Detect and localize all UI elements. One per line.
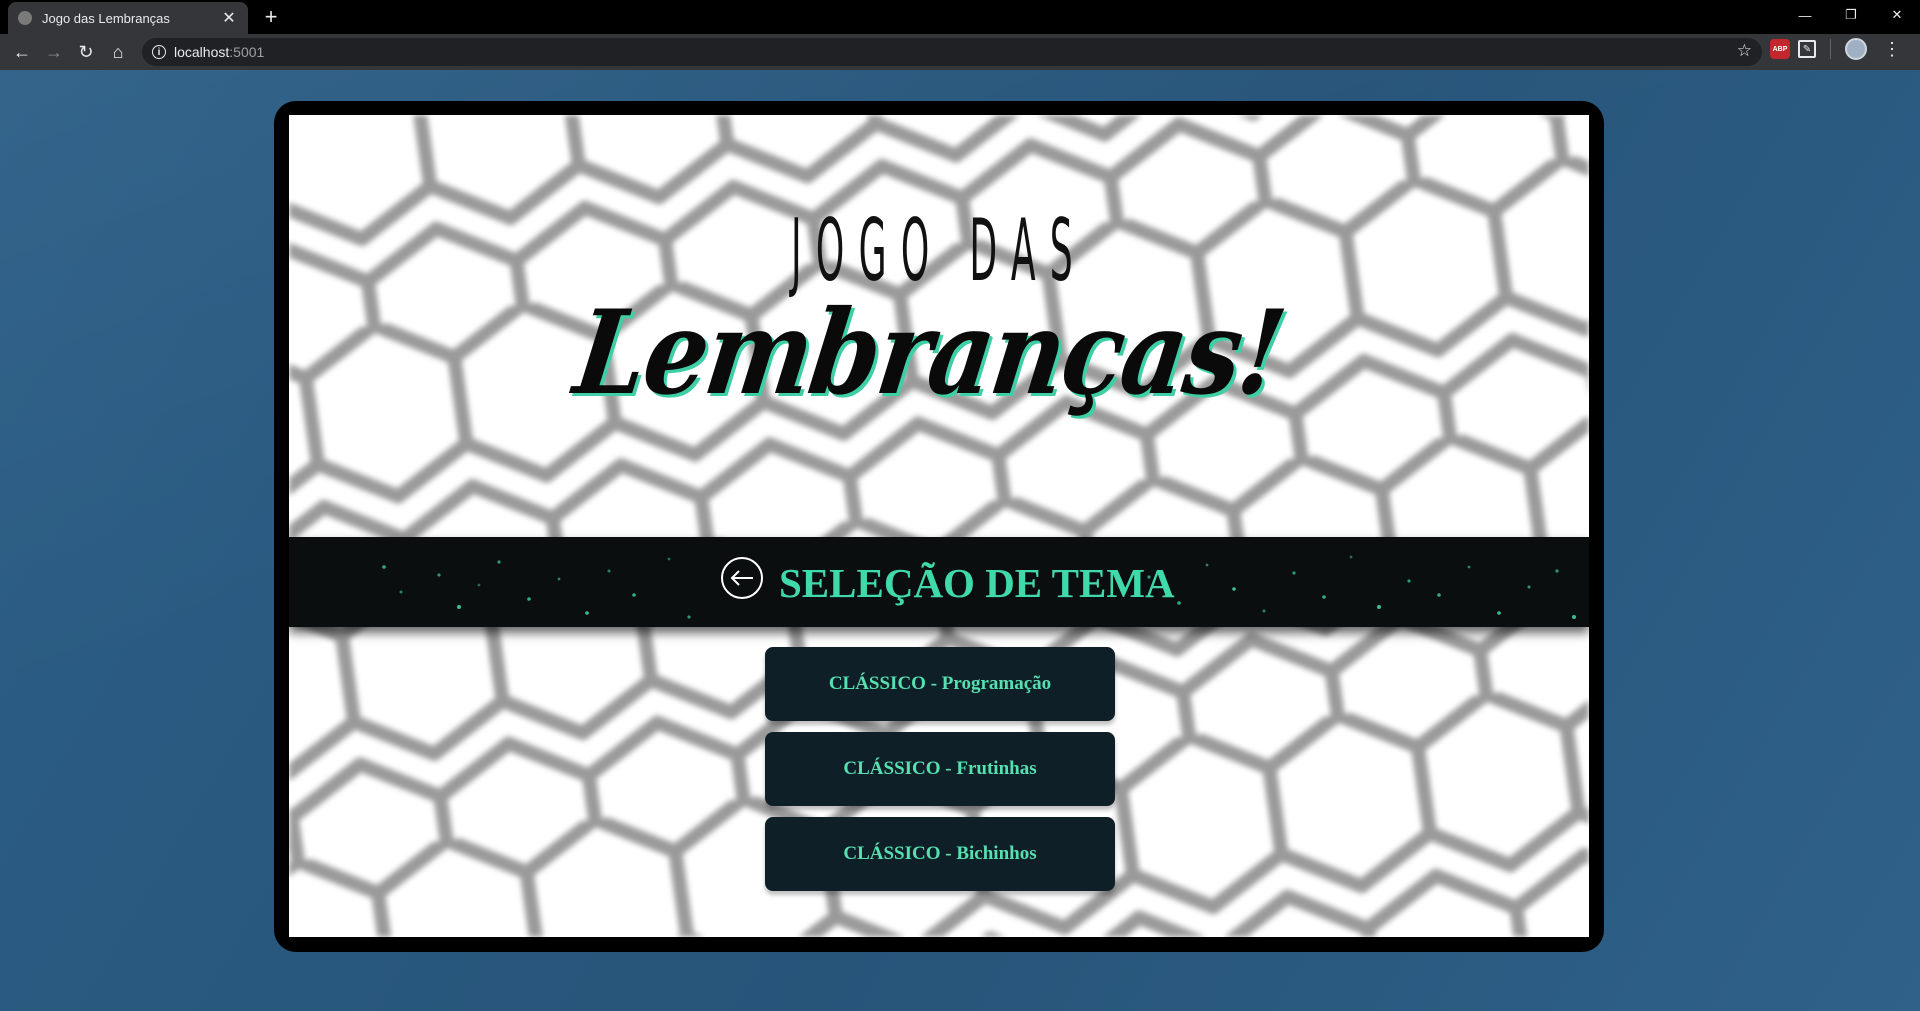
section-banner: SELEÇÃO DE TEMA	[289, 537, 1589, 627]
restore-button[interactable]: ❐	[1828, 0, 1874, 30]
back-arrow-icon[interactable]: ←	[6, 36, 38, 68]
game-frame: JOGO DAS Lembranças! SELEÇÃO DE TEMA CLÁ…	[274, 101, 1604, 952]
theme-list: CLÁSSICO - Programação CLÁSSICO - Frutin…	[765, 647, 1115, 902]
theme-button-frutinhas[interactable]: CLÁSSICO - Frutinhas	[765, 732, 1115, 806]
close-tab-icon[interactable]: ✕	[220, 8, 238, 28]
window-controls: — ❐ ✕	[1782, 0, 1920, 30]
theme-button-bichinhos[interactable]: CLÁSSICO - Bichinhos	[765, 817, 1115, 891]
browser-toolbar: ← → ↻ ⌂ i localhost :5001 ☆ ABP ✎ ⋮	[0, 34, 1920, 70]
url-host: localhost	[174, 44, 230, 60]
home-icon[interactable]: ⌂	[102, 36, 134, 68]
theme-button-programacao[interactable]: CLÁSSICO - Programação	[765, 647, 1115, 721]
globe-icon	[18, 11, 32, 25]
toolbar-divider	[1830, 39, 1831, 59]
logo-title-main: Lembranças!	[567, 285, 1292, 421]
arrow-left-icon	[730, 570, 753, 586]
tab-title: Jogo das Lembranças	[42, 10, 170, 26]
new-tab-button[interactable]: +	[258, 5, 284, 31]
info-icon[interactable]: i	[152, 45, 166, 59]
extension-icon[interactable]: ✎	[1798, 40, 1816, 58]
browser-tab[interactable]: Jogo das Lembranças ✕	[8, 2, 248, 34]
browser-titlebar: Jogo das Lembranças ✕ + — ❐ ✕	[0, 0, 1920, 34]
address-bar[interactable]: i localhost :5001 ☆	[142, 38, 1762, 66]
game-screen: JOGO DAS Lembranças! SELEÇÃO DE TEMA CLÁ…	[289, 115, 1589, 937]
adblock-extension-icon[interactable]: ABP	[1770, 39, 1790, 59]
forward-arrow-icon[interactable]: →	[38, 36, 70, 68]
close-window-button[interactable]: ✕	[1874, 0, 1920, 30]
back-arrow-button[interactable]	[721, 557, 763, 599]
reload-icon[interactable]: ↻	[70, 36, 102, 68]
minimize-button[interactable]: —	[1782, 0, 1828, 30]
profile-avatar[interactable]	[1845, 38, 1867, 60]
url-port: :5001	[229, 44, 265, 60]
page-viewport: JOGO DAS Lembranças! SELEÇÃO DE TEMA CLÁ…	[0, 70, 1920, 1011]
kebab-menu-icon[interactable]: ⋮	[1883, 39, 1901, 60]
bookmark-star-icon[interactable]: ☆	[1737, 41, 1752, 61]
screen-title: SELEÇÃO DE TEMA	[779, 560, 1175, 606]
extensions-area: ABP ✎ ⋮	[1770, 38, 1901, 60]
